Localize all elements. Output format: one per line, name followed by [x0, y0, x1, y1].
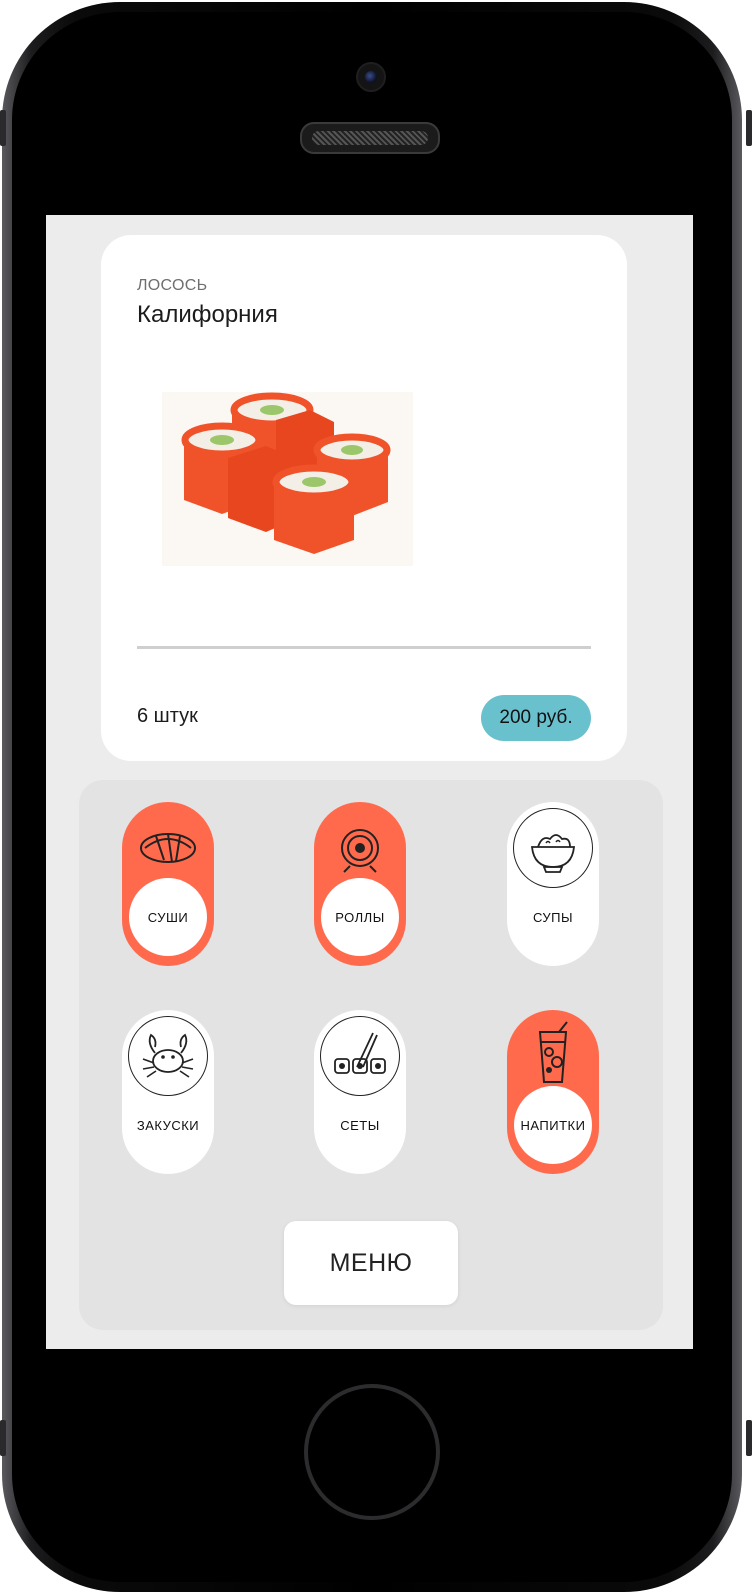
category-drinks[interactable]: НАПИТКИ [507, 1010, 599, 1174]
sushi-roll-image [162, 392, 413, 566]
drink-glass-icon [513, 1016, 593, 1096]
category-label: РОЛЛЫ [335, 909, 385, 925]
sushi-icon [128, 808, 208, 888]
category-label-circle: НАПИТКИ [514, 1086, 592, 1164]
product-card[interactable]: ЛОСОСЬ Калифорния 6 штук 200 руб. [101, 235, 627, 761]
card-divider [137, 646, 591, 649]
category-label-circle: РОЛЛЫ [321, 878, 399, 956]
category-snacks[interactable]: ЗАКУСКИ [122, 1010, 214, 1174]
category-sushi[interactable]: СУШИ [122, 802, 214, 966]
category-label-circle: СЕТЫ [321, 1086, 399, 1164]
set-chopsticks-icon [320, 1016, 400, 1096]
roll-icon [320, 808, 400, 888]
category-label-circle: ЗАКУСКИ [129, 1086, 207, 1164]
soup-bowl-icon [513, 808, 593, 888]
product-quantity: 6 штук [137, 705, 198, 727]
earpiece-speaker [300, 122, 440, 154]
category-sets[interactable]: СЕТЫ [314, 1010, 406, 1174]
home-button[interactable] [304, 1384, 440, 1520]
category-label: НАПИТКИ [520, 1117, 586, 1133]
menu-button[interactable]: МЕНЮ [284, 1221, 458, 1305]
side-button [0, 1420, 6, 1456]
side-button [746, 1420, 752, 1456]
price-button[interactable]: 200 руб. [481, 695, 591, 741]
category-label: СЕТЫ [340, 1117, 380, 1133]
product-category: ЛОСОСЬ [137, 277, 208, 294]
category-label-circle: СУПЫ [514, 878, 592, 956]
front-camera [356, 62, 386, 92]
side-button [746, 110, 752, 146]
category-panel: СУШИ РОЛЛЫ СУПЫ ЗАКУСКИ СЕТЫ НАПИТКИ МЕН… [79, 780, 663, 1330]
app-screen: ЛОСОСЬ Калифорния 6 штук 200 руб. СУШИ Р… [46, 215, 693, 1349]
category-label: ЗАКУСКИ [136, 1117, 200, 1133]
category-label-circle: СУШИ [129, 878, 207, 956]
roll-piece [272, 464, 356, 554]
category-label: СУШИ [147, 909, 189, 925]
category-label: СУПЫ [532, 909, 574, 925]
crab-icon [128, 1016, 208, 1096]
category-soups[interactable]: СУПЫ [507, 802, 599, 966]
product-title: Калифорния [137, 301, 278, 328]
side-button [0, 110, 6, 146]
category-rolls[interactable]: РОЛЛЫ [314, 802, 406, 966]
